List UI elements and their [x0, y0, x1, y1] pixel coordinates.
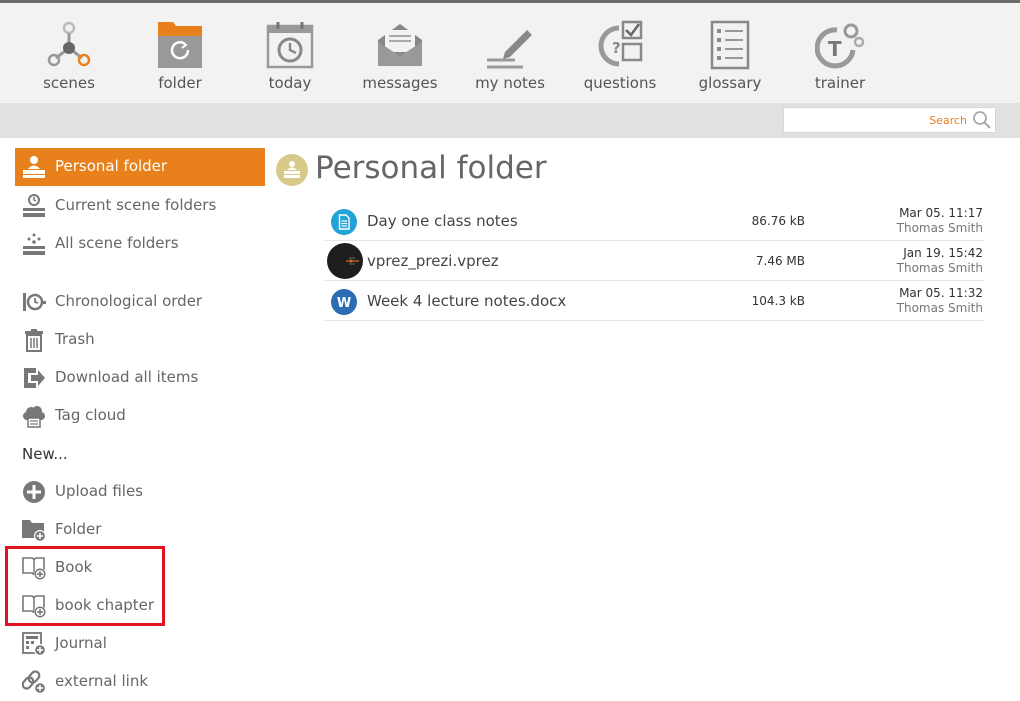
prezi-thumbnail-icon [327, 243, 363, 279]
search-label: Search [929, 114, 967, 127]
scenes-icon [44, 20, 94, 70]
nav-questions-label: questions [583, 74, 657, 92]
sidebar-item-all-scene-folders[interactable]: All scene folders [15, 225, 265, 263]
sidebar-item-chronological-order[interactable]: Chronological order [15, 283, 265, 321]
file-owner: Thomas Smith [896, 221, 983, 235]
sidebar-item-label: Download all items [55, 368, 199, 386]
sidebar-item-trash[interactable]: Trash [15, 321, 265, 359]
trash-icon [22, 328, 46, 352]
nav-folder-label: folder [158, 74, 202, 92]
file-row[interactable]: W Week 4 lecture notes.docx 104.3 kB Mar… [325, 281, 985, 321]
folder-icon [155, 20, 205, 70]
questions-icon: ? [595, 20, 645, 70]
new-heading: New... [22, 445, 68, 463]
personal-folder-badge-icon [276, 154, 308, 186]
magnifier-icon[interactable] [972, 110, 992, 130]
tag-cloud-icon [22, 404, 46, 428]
nav-folder[interactable]: folder [130, 3, 230, 103]
sidebar-item-label: Chronological order [55, 292, 203, 310]
file-size: 7.46 MB [755, 254, 805, 268]
journal-add-icon [22, 632, 46, 656]
word-icon: W [331, 289, 357, 315]
file-size: 86.76 kB [751, 214, 805, 228]
nav-today[interactable]: today [240, 3, 340, 103]
file-date: Jan 19. 15:42 [903, 246, 983, 260]
pencil-icon [485, 20, 535, 70]
file-row[interactable]: Day one class notes 86.76 kB Mar 05. 11:… [325, 201, 985, 241]
nav-trainer[interactable]: T trainer [790, 3, 890, 103]
sidebar-item-new-folder[interactable]: Folder [15, 511, 265, 549]
file-owner: Thomas Smith [896, 301, 983, 315]
nav-my-notes[interactable]: my notes [460, 3, 560, 103]
nav-scenes-label: scenes [43, 74, 95, 92]
search-input[interactable]: Search [783, 107, 996, 133]
file-date: Mar 05. 11:17 [899, 206, 983, 220]
calendar-icon [265, 20, 315, 70]
link-add-icon [22, 670, 46, 694]
highlight-annotation-box [5, 546, 165, 626]
sidebar-item-label: Current scene folders [55, 196, 217, 214]
download-icon [22, 366, 46, 390]
plus-circle-icon [22, 480, 46, 504]
file-name[interactable]: Week 4 lecture notes.docx [367, 292, 566, 310]
nav-my-notes-label: my notes [475, 74, 545, 92]
nav-trainer-label: trainer [814, 74, 866, 92]
sidebar-item-tag-cloud[interactable]: Tag cloud [15, 397, 265, 435]
nav-messages-label: messages [362, 74, 438, 92]
file-row[interactable]: vprez_prezi.vprez 7.46 MB Jan 19. 15:42 … [325, 241, 985, 281]
envelope-icon [375, 20, 425, 70]
scatter-folder-icon [22, 232, 46, 256]
sidebar-item-new-journal[interactable]: Journal [15, 625, 265, 663]
nav-glossary-label: glossary [698, 74, 762, 92]
nav-questions[interactable]: ? questions [570, 3, 670, 103]
glossary-icon [705, 20, 755, 70]
nav-scenes[interactable]: scenes [19, 3, 119, 103]
sidebar-item-new-external-link[interactable]: external link [15, 663, 265, 701]
sidebar-item-label: Journal [55, 634, 107, 652]
sidebar-item-label: Personal folder [55, 157, 168, 175]
sidebar-item-label: external link [55, 672, 149, 690]
top-navigation: scenes folder today messages my notes ? … [0, 3, 1020, 103]
svg-text:?: ? [612, 39, 621, 57]
sidebar-item-label: Folder [55, 520, 102, 538]
sidebar-item-label: Trash [55, 330, 95, 348]
sidebar-item-label: Upload files [55, 482, 143, 500]
sidebar-item-download-all-items[interactable]: Download all items [15, 359, 265, 397]
file-size: 104.3 kB [751, 294, 805, 308]
file-name[interactable]: vprez_prezi.vprez [367, 252, 499, 270]
file-owner: Thomas Smith [896, 261, 983, 275]
page-title: Personal folder [315, 150, 547, 186]
sidebar-item-upload-files[interactable]: Upload files [15, 473, 265, 511]
nav-glossary[interactable]: glossary [680, 3, 780, 103]
new-folder-icon [22, 518, 46, 542]
file-name[interactable]: Day one class notes [367, 212, 518, 230]
nav-messages[interactable]: messages [350, 3, 450, 103]
user-folder-icon [22, 155, 46, 179]
sidebar-item-current-scene-folders[interactable]: Current scene folders [15, 187, 265, 225]
nav-today-label: today [268, 74, 312, 92]
sidebar-item-label: All scene folders [55, 234, 179, 252]
svg-text:T: T [828, 37, 842, 61]
sidebar-item-personal-folder[interactable]: Personal folder [15, 148, 265, 186]
file-date: Mar 05. 11:32 [899, 286, 983, 300]
search-bar: Search [0, 103, 1020, 138]
trainer-icon: T [815, 20, 865, 70]
document-icon [331, 209, 357, 235]
clock-folder-icon [22, 194, 46, 218]
sidebar-item-label: Tag cloud [55, 406, 126, 424]
timeline-icon [22, 290, 46, 314]
word-icon-letter: W [337, 296, 351, 311]
